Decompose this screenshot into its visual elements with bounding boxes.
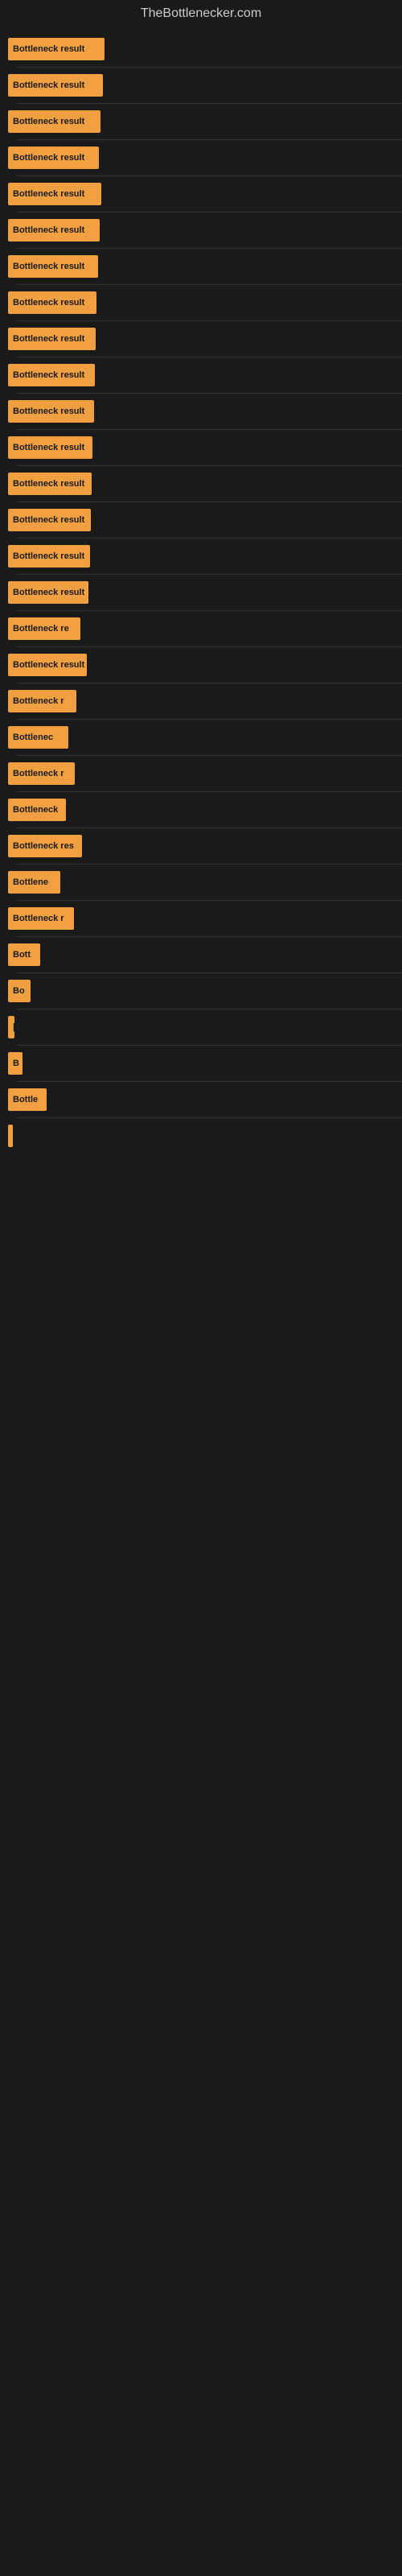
bar-label: Bottleneck result bbox=[13, 262, 84, 271]
bar-label: Bottleneck result bbox=[13, 189, 84, 199]
bar-row: Bottleneck result bbox=[8, 176, 394, 212]
bar-row: Bottleneck r bbox=[8, 683, 394, 719]
bottleneck-bar[interactable]: Bottleneck re bbox=[8, 617, 80, 640]
bar-row: Bottleneck result bbox=[8, 575, 394, 610]
bar-row: Bottleneck result bbox=[8, 357, 394, 393]
bar-label: Bottleneck result bbox=[13, 588, 84, 597]
bar-label: Bottleneck bbox=[13, 805, 58, 815]
bar-label: Bottleneck result bbox=[13, 551, 84, 561]
bar-row: Bottleneck res bbox=[8, 828, 394, 864]
bar-label: Bottlenec bbox=[13, 733, 53, 742]
bottleneck-bar[interactable]: Bottleneck r bbox=[8, 762, 75, 785]
bar-label: Bottleneck re bbox=[13, 624, 69, 634]
bottleneck-bar[interactable]: Bottleneck res bbox=[8, 835, 82, 857]
bar-row: Bottleneck result bbox=[8, 213, 394, 248]
bar-label: Bottleneck result bbox=[13, 370, 84, 380]
bottleneck-bar[interactable]: Bottleneck result bbox=[8, 328, 96, 350]
bottleneck-bar[interactable]: Bottleneck result bbox=[8, 219, 100, 242]
site-title: TheBottlenecker.com bbox=[0, 0, 402, 27]
bar-label: Bottleneck result bbox=[13, 407, 84, 416]
bottleneck-bar[interactable]: Bottleneck result bbox=[8, 291, 96, 314]
bottleneck-bar[interactable]: Bottleneck result bbox=[8, 473, 92, 495]
bar-row: Bottleneck bbox=[8, 792, 394, 828]
bar-label: Bottleneck result bbox=[13, 298, 84, 308]
bar-row: Bottleneck r bbox=[8, 756, 394, 791]
bottleneck-bar[interactable]: Bottlene bbox=[8, 871, 60, 894]
bottleneck-bar[interactable]: | bbox=[8, 1016, 14, 1038]
bar-row: Bottleneck result bbox=[8, 285, 394, 320]
bar-row: Bott bbox=[8, 937, 394, 972]
bottleneck-bar[interactable]: Bottle bbox=[8, 1088, 47, 1111]
bar-label: | bbox=[13, 1022, 14, 1032]
bar-row: Bottleneck result bbox=[8, 68, 394, 103]
bar-label: Bottleneck result bbox=[13, 225, 84, 235]
bar-row: | bbox=[8, 1009, 394, 1045]
bar-row: Bottleneck result bbox=[8, 539, 394, 574]
bottleneck-bar[interactable]: Bottleneck result bbox=[8, 147, 99, 169]
bar-label: Bottleneck result bbox=[13, 117, 84, 126]
bar-row: Bottleneck result bbox=[8, 321, 394, 357]
bar-label: Bottleneck result bbox=[13, 80, 84, 90]
bar-row: Bottlenec bbox=[8, 720, 394, 755]
bottleneck-bar[interactable]: Bottleneck r bbox=[8, 690, 76, 712]
bar-row: Bottlene bbox=[8, 865, 394, 900]
bottleneck-bar[interactable]: Bottleneck result bbox=[8, 436, 92, 459]
bottleneck-bar[interactable]: Bottlenec bbox=[8, 726, 68, 749]
bottleneck-bar[interactable]: Bottleneck bbox=[8, 799, 66, 821]
bar-row: Bottleneck r bbox=[8, 901, 394, 936]
bottleneck-bar[interactable]: Bottleneck result bbox=[8, 581, 88, 604]
bar-label: Bottleneck res bbox=[13, 841, 74, 851]
bar-row: Bottleneck result bbox=[8, 647, 394, 683]
bar-label: Bottleneck result bbox=[13, 479, 84, 489]
bar-row: Bottle bbox=[8, 1082, 394, 1117]
bottleneck-bar[interactable]: Bottleneck result bbox=[8, 400, 94, 423]
bottleneck-bar[interactable]: B bbox=[8, 1052, 23, 1075]
bottleneck-bar[interactable]: Bottleneck result bbox=[8, 509, 91, 531]
bottleneck-bar[interactable]: Bott bbox=[8, 943, 40, 966]
bottleneck-bar[interactable]: Bottleneck result bbox=[8, 74, 103, 97]
bar-label: Bottleneck result bbox=[13, 515, 84, 525]
bar-label: Bottle bbox=[13, 1095, 38, 1104]
bar-label: Bottleneck r bbox=[13, 914, 64, 923]
bar-row: Bottleneck result bbox=[8, 249, 394, 284]
bottleneck-bar[interactable]: | bbox=[8, 1125, 13, 1147]
bar-row: Bottleneck result bbox=[8, 430, 394, 465]
bottleneck-bar[interactable]: Bottleneck result bbox=[8, 654, 87, 676]
bar-label: Bottleneck result bbox=[13, 334, 84, 344]
bar-row: Bottleneck result bbox=[8, 104, 394, 139]
bar-label: Bottleneck result bbox=[13, 443, 84, 452]
bottleneck-bar[interactable]: Bo bbox=[8, 980, 31, 1002]
bar-label: B bbox=[13, 1059, 19, 1068]
bar-label: Bottleneck result bbox=[13, 660, 84, 670]
bottleneck-bar[interactable]: Bottleneck result bbox=[8, 183, 101, 205]
bottleneck-bar[interactable]: Bottleneck result bbox=[8, 38, 105, 60]
bottleneck-bar[interactable]: Bottleneck result bbox=[8, 255, 98, 278]
bar-row: Bottleneck result bbox=[8, 31, 394, 67]
bar-label: Bottleneck result bbox=[13, 44, 84, 54]
bar-row: B bbox=[8, 1046, 394, 1081]
bottleneck-bar[interactable]: Bottleneck result bbox=[8, 545, 90, 568]
bar-label: Bottleneck result bbox=[13, 153, 84, 163]
bar-row: Bottleneck result bbox=[8, 140, 394, 175]
bottleneck-bar[interactable]: Bottleneck result bbox=[8, 364, 95, 386]
bottleneck-bar[interactable]: Bottleneck result bbox=[8, 110, 100, 133]
bar-row: Bo bbox=[8, 973, 394, 1009]
bottleneck-bar[interactable]: Bottleneck r bbox=[8, 907, 74, 930]
bar-row: Bottleneck result bbox=[8, 466, 394, 502]
bar-row: Bottleneck result bbox=[8, 394, 394, 429]
chart-container: Bottleneck result Bottleneck result Bottle… bbox=[0, 31, 402, 1154]
bar-row: Bottleneck result bbox=[8, 502, 394, 538]
bar-label: Bottleneck r bbox=[13, 769, 64, 778]
bar-row: | bbox=[8, 1118, 394, 1154]
bar-label: Bottlene bbox=[13, 877, 48, 887]
bar-row: Bottleneck re bbox=[8, 611, 394, 646]
bar-label: Bo bbox=[13, 986, 25, 996]
bar-label: Bottleneck r bbox=[13, 696, 64, 706]
bar-label: Bott bbox=[13, 950, 31, 960]
